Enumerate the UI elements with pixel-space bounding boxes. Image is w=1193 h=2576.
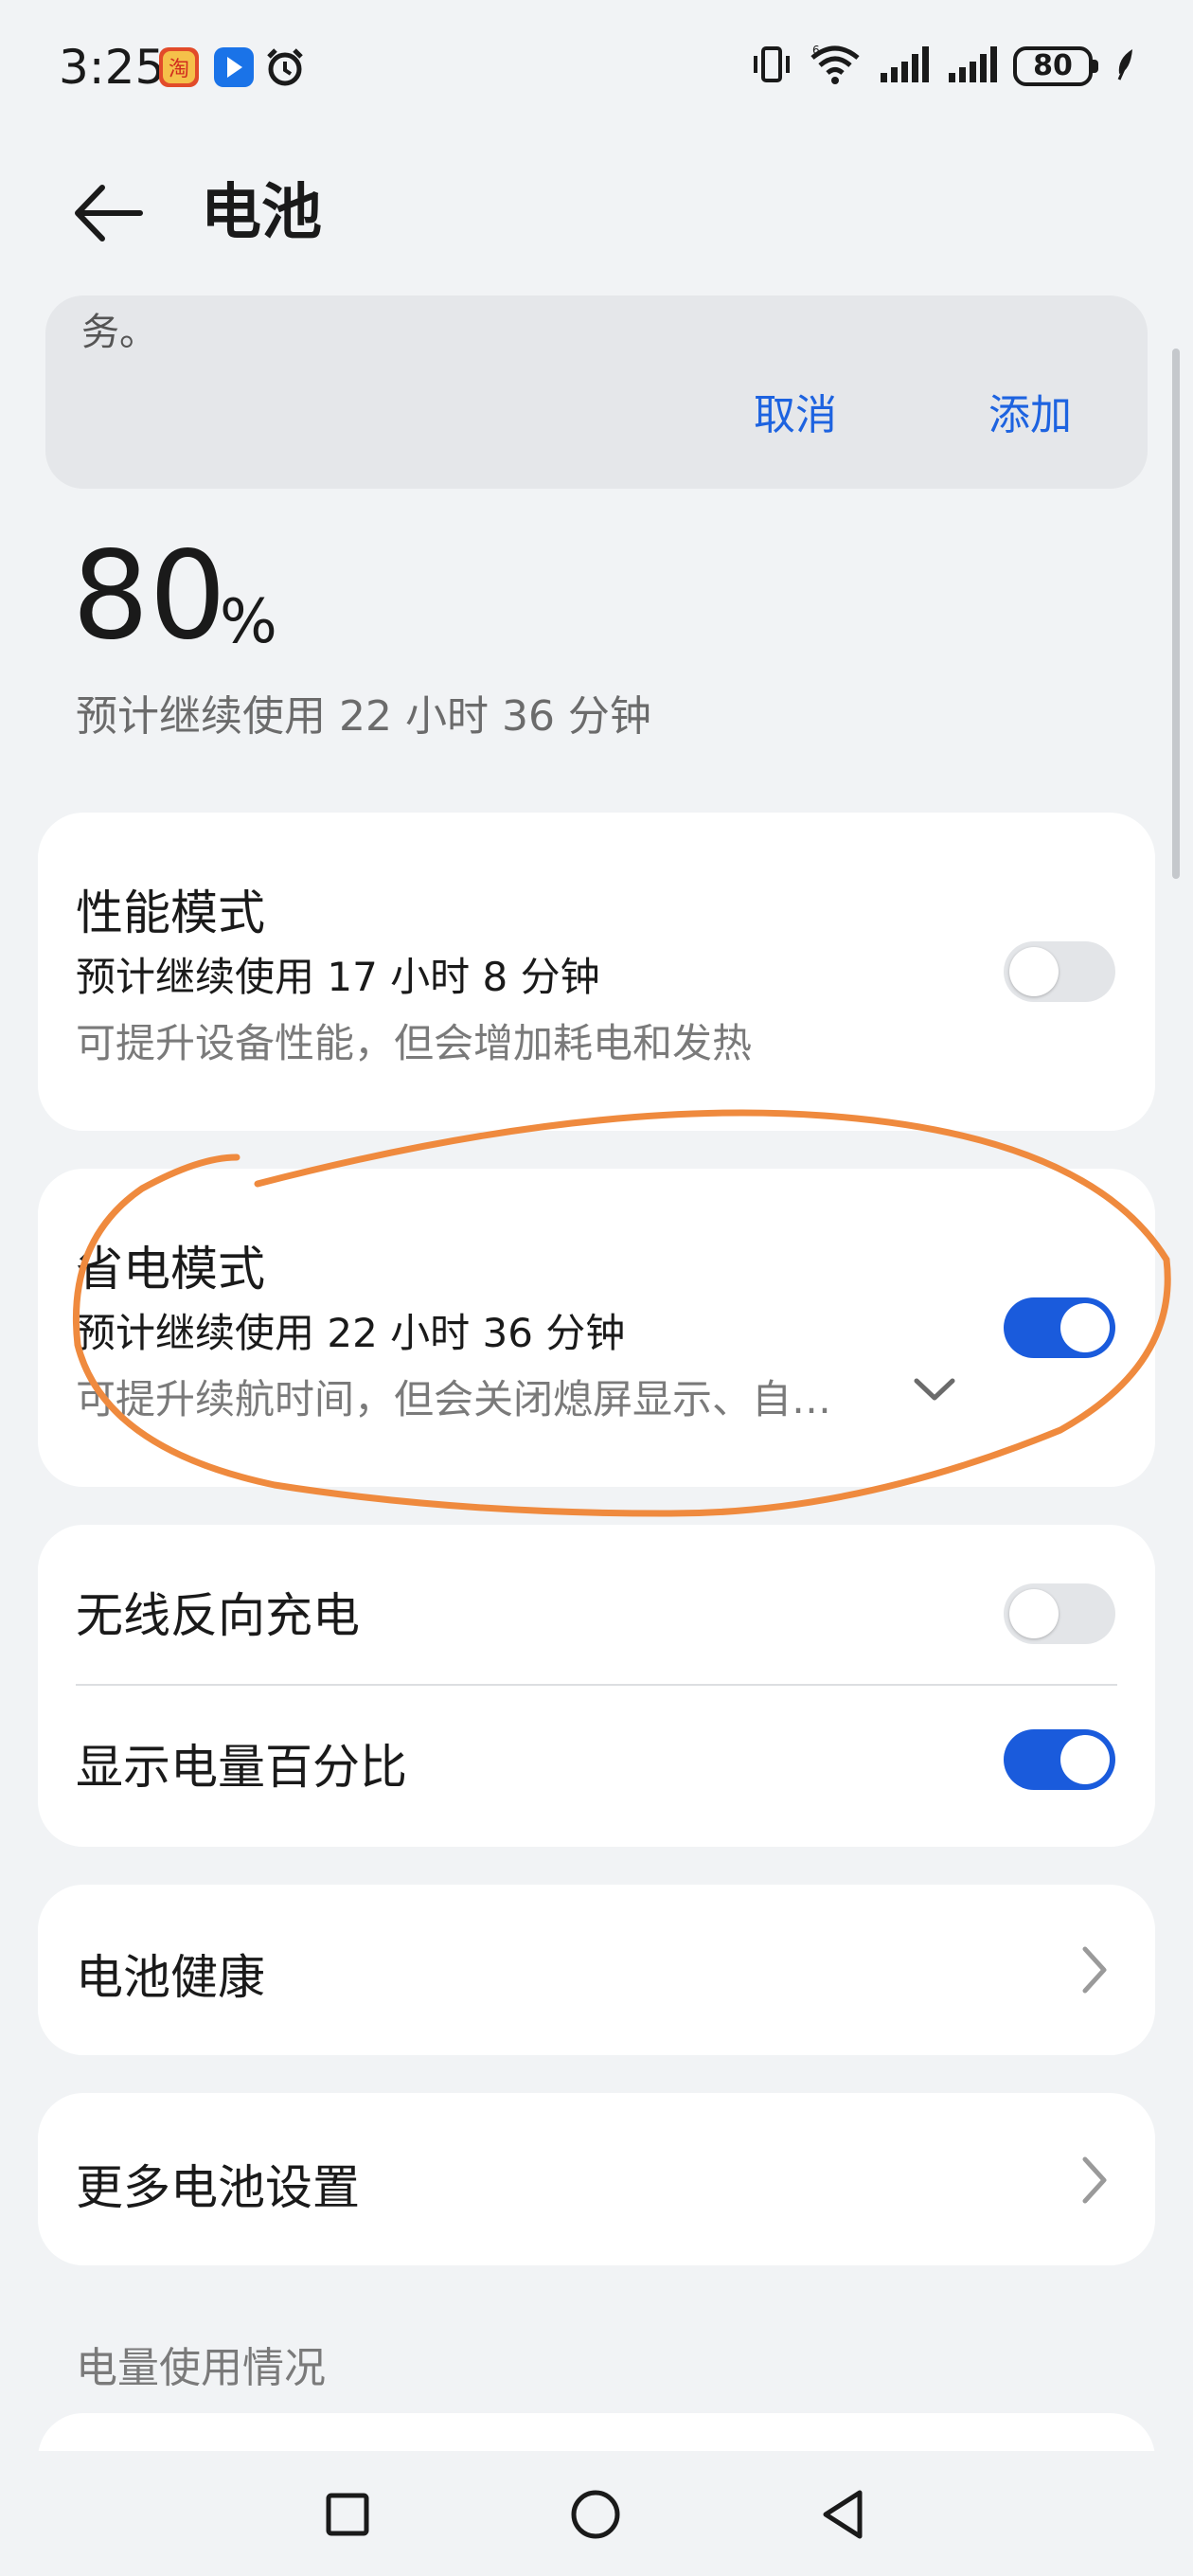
recents-button[interactable]	[305, 2472, 390, 2557]
chevron-right-icon	[1082, 1946, 1107, 1994]
blue-app-icon	[214, 47, 254, 87]
vibrate-icon	[750, 43, 793, 90]
battery-percent-sign: %	[220, 587, 277, 657]
toggle-knob	[1060, 1303, 1110, 1352]
battery-remaining-time: 预计继续使用 22 小时 36 分钟	[76, 692, 651, 741]
show-percentage-toggle[interactable]	[1004, 1729, 1115, 1790]
power-saving-mode-toggle[interactable]	[1004, 1297, 1115, 1358]
battery-icon: 80	[1013, 46, 1098, 86]
add-task-dialog: 务。 取消 添加	[45, 295, 1148, 489]
wifi-6-icon: 6	[809, 43, 862, 90]
svg-text:6: 6	[812, 44, 820, 57]
taobao-app-icon: 淘	[159, 47, 199, 87]
status-bar: 3:25 淘 6 80	[0, 0, 1193, 133]
power-saving-mode-title: 省电模式	[76, 1242, 265, 1297]
cancel-button[interactable]: 取消	[754, 381, 837, 441]
more-battery-settings-label: 更多电池设置	[76, 2160, 360, 2215]
leaf-icon	[1113, 45, 1136, 87]
toggle-knob	[1060, 1735, 1110, 1784]
performance-mode-title: 性能模式	[76, 886, 265, 940]
status-time: 3:25	[59, 40, 166, 95]
performance-mode-estimate: 预计继续使用 17 小时 8 分钟	[76, 954, 600, 1000]
power-saving-mode-description: 可提升续航时间，但会关闭熄屏显示、自…	[76, 1376, 832, 1422]
dialog-text: 务。	[81, 311, 157, 354]
power-saving-mode-estimate: 预计继续使用 22 小时 36 分钟	[76, 1310, 626, 1356]
toggle-knob	[1009, 1589, 1059, 1638]
battery-settings-page: 3:25 淘 6 80 电池 务。 取消 添加 80 % 预计继续使用 22 小…	[0, 0, 1193, 2576]
scrollbar[interactable]	[1172, 349, 1180, 879]
performance-mode-card[interactable]: 性能模式 预计继续使用 17 小时 8 分钟 可提升设备性能，但会增加耗电和发热	[38, 813, 1155, 1131]
status-indicators: 6 80	[750, 38, 1136, 95]
display-toggles-card: 无线反向充电 显示电量百分比	[38, 1525, 1155, 1847]
navigation-bar	[0, 2451, 1193, 2576]
alarm-icon	[263, 45, 307, 89]
chevron-down-icon[interactable]	[909, 1371, 960, 1409]
page-title: 电池	[201, 178, 322, 248]
add-button[interactable]: 添加	[988, 381, 1072, 441]
power-saving-mode-card[interactable]: 省电模式 预计继续使用 22 小时 36 分钟 可提升续航时间，但会关闭熄屏显示…	[38, 1169, 1155, 1487]
signal-icon	[877, 43, 930, 90]
back-button[interactable]	[66, 170, 151, 256]
svg-text:淘: 淘	[169, 58, 189, 81]
signal-icon-2	[945, 43, 998, 90]
chevron-right-icon	[1082, 2156, 1107, 2204]
wireless-reverse-charge-label: 无线反向充电	[76, 1588, 360, 1643]
battery-health-label: 电池健康	[76, 1950, 265, 2005]
arrow-left-icon	[75, 185, 143, 242]
show-percentage-label: 显示电量百分比	[76, 1740, 407, 1795]
home-button[interactable]	[553, 2472, 638, 2557]
battery-health-row[interactable]: 电池健康	[38, 1885, 1155, 2055]
wireless-reverse-charge-toggle[interactable]	[1004, 1583, 1115, 1644]
battery-percent-value: 80	[72, 526, 226, 667]
performance-mode-toggle[interactable]	[1004, 941, 1115, 1002]
wireless-reverse-charge-row[interactable]: 无线反向充电	[38, 1525, 1155, 1684]
back-nav-button[interactable]	[801, 2472, 886, 2557]
usage-section-label: 电量使用情况	[76, 2344, 326, 2392]
performance-mode-description: 可提升设备性能，但会增加耗电和发热	[76, 1020, 753, 1066]
more-battery-settings-row[interactable]: 更多电池设置	[38, 2093, 1155, 2265]
show-percentage-row[interactable]: 显示电量百分比	[38, 1686, 1155, 1847]
toggle-knob	[1009, 947, 1059, 996]
